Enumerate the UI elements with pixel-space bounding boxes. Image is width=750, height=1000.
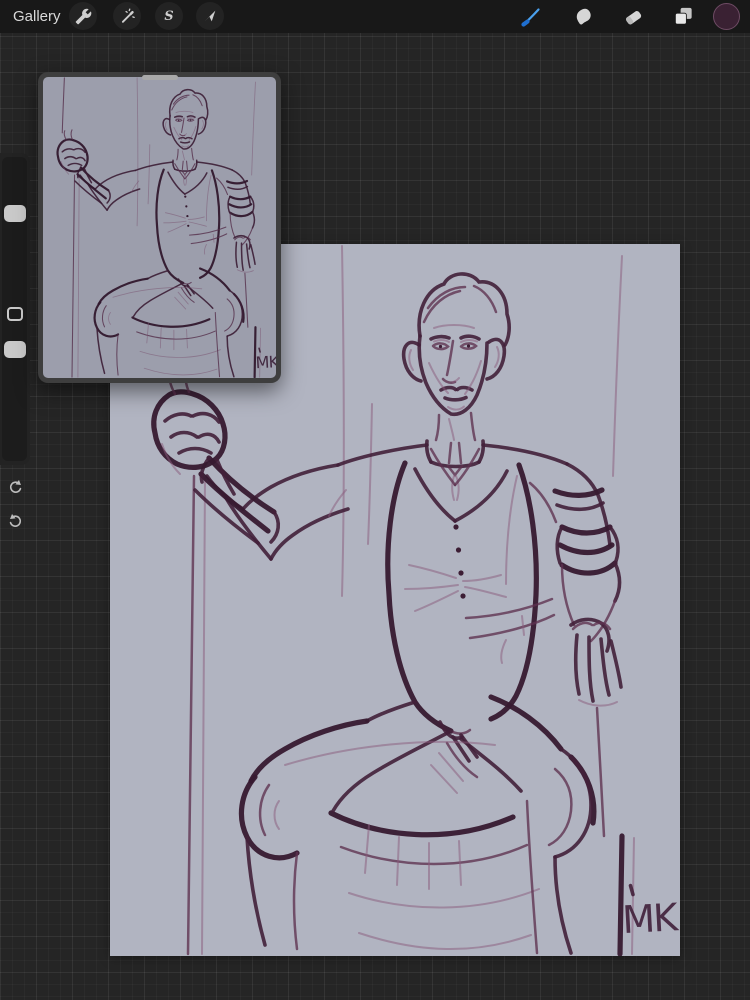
actions-button[interactable]: [69, 2, 97, 30]
undo-icon: [6, 478, 25, 497]
wrench-icon: [75, 8, 92, 25]
transform-arrow-icon: [202, 8, 218, 24]
transform-button[interactable]: [196, 2, 224, 30]
selection-s-icon: S: [160, 7, 178, 25]
layers-icon: [672, 5, 695, 28]
redo-button[interactable]: [3, 509, 28, 534]
brush-sidebar: [0, 153, 30, 465]
brush-icon: [519, 5, 543, 29]
gallery-button[interactable]: Gallery: [13, 0, 61, 33]
modify-button[interactable]: [7, 307, 23, 321]
opacity-slider-handle[interactable]: [4, 341, 26, 358]
paint-tool-button[interactable]: [517, 3, 544, 30]
procreate-workspace: MK Gallery S: [0, 0, 750, 1000]
undo-button[interactable]: [3, 475, 28, 500]
reference-drag-handle[interactable]: [142, 75, 178, 80]
smudge-icon: [572, 6, 594, 28]
eraser-icon: [622, 5, 645, 28]
reference-window[interactable]: [38, 72, 281, 383]
selection-glyph: S: [164, 9, 173, 24]
redo-icon: [6, 512, 25, 531]
adjustments-button[interactable]: [113, 2, 141, 30]
erase-tool-button[interactable]: [620, 3, 647, 30]
magic-wand-icon: [119, 8, 136, 25]
color-swatch-button[interactable]: [713, 3, 740, 30]
smudge-tool-button[interactable]: [569, 3, 596, 30]
selection-button[interactable]: S: [155, 2, 183, 30]
top-toolbar: Gallery S: [0, 0, 750, 33]
layers-button[interactable]: [670, 3, 697, 30]
reference-dim-overlay: [43, 77, 276, 378]
reference-preview: [43, 77, 276, 378]
brush-size-slider-handle[interactable]: [4, 205, 26, 222]
